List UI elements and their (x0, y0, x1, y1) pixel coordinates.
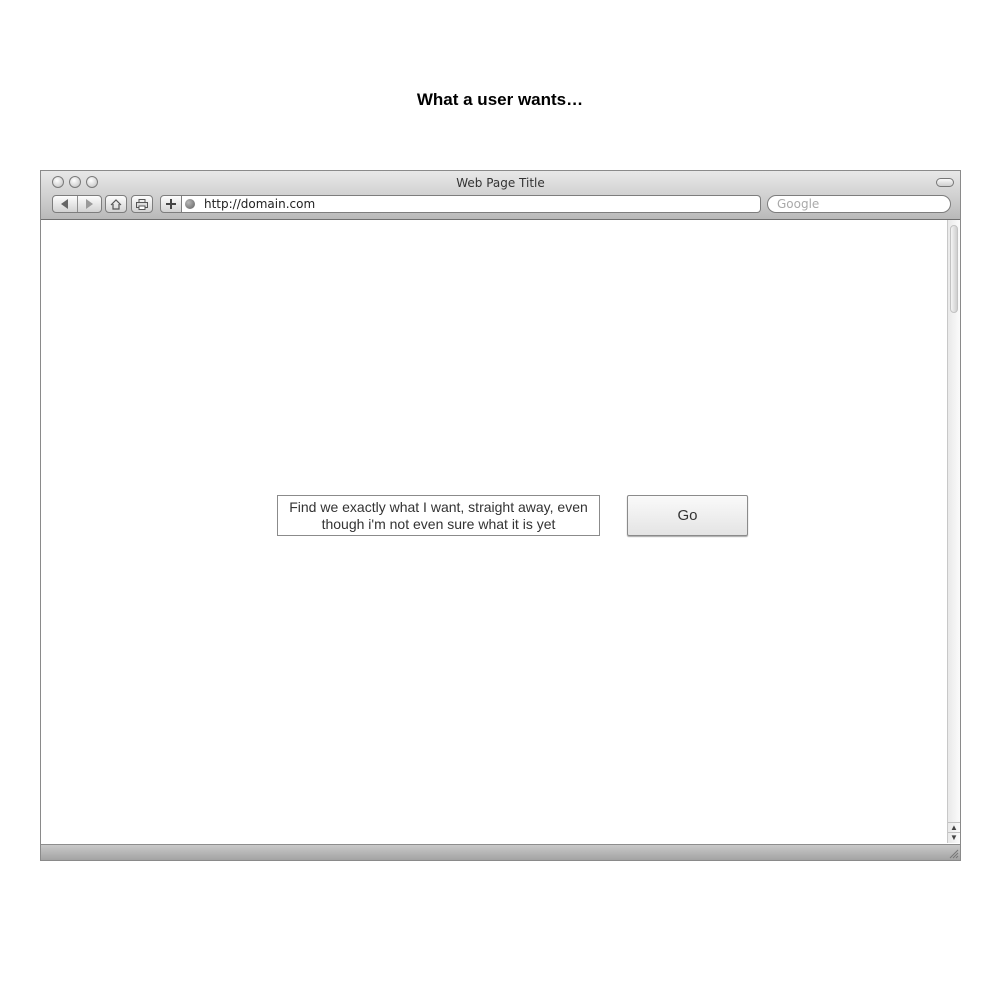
forward-icon (86, 199, 94, 209)
search-query-field[interactable]: Find we exactly what I want, straight aw… (277, 495, 600, 536)
home-button[interactable] (105, 195, 127, 213)
go-button[interactable]: Go (627, 495, 748, 536)
add-bookmark-button[interactable] (160, 195, 182, 213)
address-bar (182, 195, 761, 213)
page-heading: What a user wants… (416, 90, 584, 109)
page-content: Find we exactly what I want, straight aw… (41, 220, 947, 843)
resize-grip-icon[interactable] (948, 848, 959, 859)
window-title: Web Page Title (456, 176, 545, 190)
scroll-down-arrow-icon[interactable]: ▼ (948, 832, 960, 842)
vertical-scrollbar[interactable]: ▲ ▼ (947, 220, 960, 843)
print-button[interactable] (131, 195, 153, 213)
back-button[interactable] (53, 196, 77, 212)
scroll-up-arrow-icon[interactable]: ▲ (948, 822, 960, 832)
back-icon (60, 199, 68, 209)
print-icon (136, 198, 148, 210)
home-icon (110, 198, 122, 210)
url-input[interactable] (204, 197, 744, 211)
search-box (767, 195, 951, 213)
search-input[interactable] (777, 197, 937, 211)
forward-button[interactable] (76, 196, 102, 212)
browser-window: Web Page Title http://domain.com Google … (40, 170, 961, 861)
back-forward-group (52, 195, 102, 213)
status-bar (41, 844, 960, 860)
title-bar: Web Page Title (41, 171, 960, 220)
scrollbar-thumb[interactable] (950, 225, 958, 313)
toolbar-toggle-button[interactable] (936, 178, 954, 187)
globe-icon (185, 199, 195, 209)
add-bookmark-icon (166, 199, 176, 209)
